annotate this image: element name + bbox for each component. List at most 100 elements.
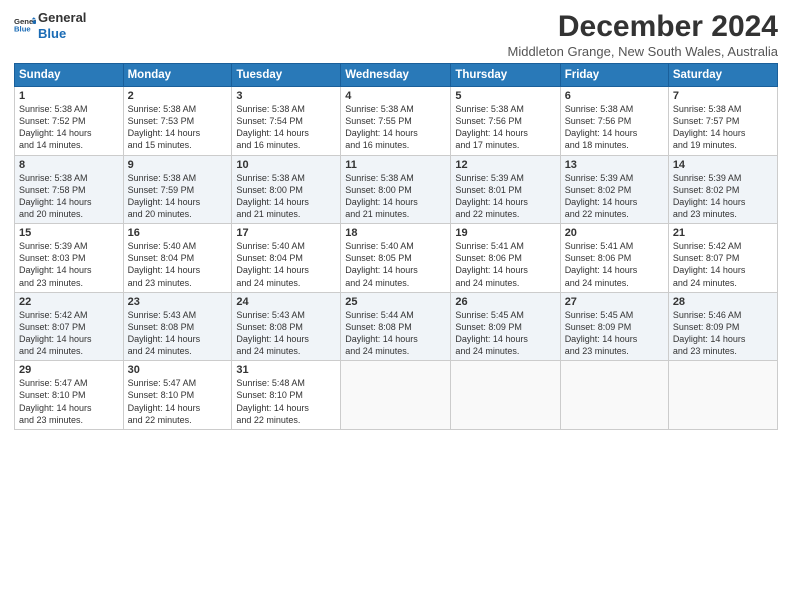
day-number: 31 bbox=[236, 364, 336, 376]
day-number: 4 bbox=[345, 90, 446, 102]
day-info: Sunrise: 5:38 AMSunset: 7:57 PMDaylight:… bbox=[673, 103, 773, 152]
day-info: Sunrise: 5:39 AMSunset: 8:01 PMDaylight:… bbox=[455, 172, 555, 221]
day-cell: 9Sunrise: 5:38 AMSunset: 7:59 PMDaylight… bbox=[123, 155, 232, 224]
day-cell: 31Sunrise: 5:48 AMSunset: 8:10 PMDayligh… bbox=[232, 361, 341, 430]
day-info: Sunrise: 5:38 AMSunset: 7:54 PMDaylight:… bbox=[236, 103, 336, 152]
day-cell: 24Sunrise: 5:43 AMSunset: 8:08 PMDayligh… bbox=[232, 292, 341, 361]
day-number: 26 bbox=[455, 296, 555, 308]
day-cell: 3Sunrise: 5:38 AMSunset: 7:54 PMDaylight… bbox=[232, 87, 341, 156]
day-info: Sunrise: 5:44 AMSunset: 8:08 PMDaylight:… bbox=[345, 309, 446, 358]
day-cell: 19Sunrise: 5:41 AMSunset: 8:06 PMDayligh… bbox=[451, 224, 560, 293]
day-info: Sunrise: 5:42 AMSunset: 8:07 PMDaylight:… bbox=[19, 309, 119, 358]
day-cell bbox=[668, 361, 777, 430]
day-number: 22 bbox=[19, 296, 119, 308]
week-row-5: 29Sunrise: 5:47 AMSunset: 8:10 PMDayligh… bbox=[15, 361, 778, 430]
header: General Blue General Blue December 2024 … bbox=[14, 10, 778, 59]
logo-text-line1: General bbox=[38, 10, 86, 26]
page: General Blue General Blue December 2024 … bbox=[0, 0, 792, 612]
day-number: 30 bbox=[128, 364, 228, 376]
day-number: 20 bbox=[565, 227, 664, 239]
day-number: 29 bbox=[19, 364, 119, 376]
day-number: 15 bbox=[19, 227, 119, 239]
day-number: 21 bbox=[673, 227, 773, 239]
day-cell: 27Sunrise: 5:45 AMSunset: 8:09 PMDayligh… bbox=[560, 292, 668, 361]
day-info: Sunrise: 5:42 AMSunset: 8:07 PMDaylight:… bbox=[673, 240, 773, 289]
day-cell: 21Sunrise: 5:42 AMSunset: 8:07 PMDayligh… bbox=[668, 224, 777, 293]
day-number: 5 bbox=[455, 90, 555, 102]
day-cell: 28Sunrise: 5:46 AMSunset: 8:09 PMDayligh… bbox=[668, 292, 777, 361]
logo: General Blue General Blue bbox=[14, 10, 86, 41]
location-subtitle: Middleton Grange, New South Wales, Austr… bbox=[508, 44, 779, 59]
day-info: Sunrise: 5:45 AMSunset: 8:09 PMDaylight:… bbox=[565, 309, 664, 358]
day-info: Sunrise: 5:46 AMSunset: 8:09 PMDaylight:… bbox=[673, 309, 773, 358]
day-info: Sunrise: 5:40 AMSunset: 8:05 PMDaylight:… bbox=[345, 240, 446, 289]
day-cell: 18Sunrise: 5:40 AMSunset: 8:05 PMDayligh… bbox=[341, 224, 451, 293]
day-info: Sunrise: 5:38 AMSunset: 8:00 PMDaylight:… bbox=[345, 172, 446, 221]
day-info: Sunrise: 5:40 AMSunset: 8:04 PMDaylight:… bbox=[128, 240, 228, 289]
day-info: Sunrise: 5:40 AMSunset: 8:04 PMDaylight:… bbox=[236, 240, 336, 289]
day-number: 28 bbox=[673, 296, 773, 308]
day-info: Sunrise: 5:39 AMSunset: 8:02 PMDaylight:… bbox=[565, 172, 664, 221]
day-number: 6 bbox=[565, 90, 664, 102]
day-info: Sunrise: 5:39 AMSunset: 8:02 PMDaylight:… bbox=[673, 172, 773, 221]
day-number: 9 bbox=[128, 159, 228, 171]
day-info: Sunrise: 5:41 AMSunset: 8:06 PMDaylight:… bbox=[565, 240, 664, 289]
day-number: 27 bbox=[565, 296, 664, 308]
day-header-wednesday: Wednesday bbox=[341, 64, 451, 87]
calendar-table: SundayMondayTuesdayWednesdayThursdayFrid… bbox=[14, 63, 778, 430]
day-info: Sunrise: 5:43 AMSunset: 8:08 PMDaylight:… bbox=[236, 309, 336, 358]
day-info: Sunrise: 5:38 AMSunset: 7:52 PMDaylight:… bbox=[19, 103, 119, 152]
day-cell: 4Sunrise: 5:38 AMSunset: 7:55 PMDaylight… bbox=[341, 87, 451, 156]
day-number: 16 bbox=[128, 227, 228, 239]
day-number: 24 bbox=[236, 296, 336, 308]
day-info: Sunrise: 5:38 AMSunset: 7:53 PMDaylight:… bbox=[128, 103, 228, 152]
day-cell: 15Sunrise: 5:39 AMSunset: 8:03 PMDayligh… bbox=[15, 224, 124, 293]
day-cell: 25Sunrise: 5:44 AMSunset: 8:08 PMDayligh… bbox=[341, 292, 451, 361]
day-cell: 16Sunrise: 5:40 AMSunset: 8:04 PMDayligh… bbox=[123, 224, 232, 293]
day-number: 19 bbox=[455, 227, 555, 239]
day-info: Sunrise: 5:47 AMSunset: 8:10 PMDaylight:… bbox=[19, 377, 119, 426]
day-header-tuesday: Tuesday bbox=[232, 64, 341, 87]
day-number: 1 bbox=[19, 90, 119, 102]
day-number: 10 bbox=[236, 159, 336, 171]
day-cell: 8Sunrise: 5:38 AMSunset: 7:58 PMDaylight… bbox=[15, 155, 124, 224]
logo-icon: General Blue bbox=[14, 15, 36, 37]
day-cell: 5Sunrise: 5:38 AMSunset: 7:56 PMDaylight… bbox=[451, 87, 560, 156]
day-info: Sunrise: 5:38 AMSunset: 7:56 PMDaylight:… bbox=[565, 103, 664, 152]
day-header-sunday: Sunday bbox=[15, 64, 124, 87]
day-number: 13 bbox=[565, 159, 664, 171]
day-number: 8 bbox=[19, 159, 119, 171]
week-row-4: 22Sunrise: 5:42 AMSunset: 8:07 PMDayligh… bbox=[15, 292, 778, 361]
day-cell: 1Sunrise: 5:38 AMSunset: 7:52 PMDaylight… bbox=[15, 87, 124, 156]
day-cell: 14Sunrise: 5:39 AMSunset: 8:02 PMDayligh… bbox=[668, 155, 777, 224]
day-number: 25 bbox=[345, 296, 446, 308]
day-cell: 2Sunrise: 5:38 AMSunset: 7:53 PMDaylight… bbox=[123, 87, 232, 156]
day-info: Sunrise: 5:45 AMSunset: 8:09 PMDaylight:… bbox=[455, 309, 555, 358]
day-cell bbox=[451, 361, 560, 430]
day-number: 7 bbox=[673, 90, 773, 102]
month-title: December 2024 bbox=[508, 10, 779, 44]
day-number: 2 bbox=[128, 90, 228, 102]
day-info: Sunrise: 5:38 AMSunset: 7:58 PMDaylight:… bbox=[19, 172, 119, 221]
day-header-friday: Friday bbox=[560, 64, 668, 87]
day-header-thursday: Thursday bbox=[451, 64, 560, 87]
day-number: 18 bbox=[345, 227, 446, 239]
day-cell: 26Sunrise: 5:45 AMSunset: 8:09 PMDayligh… bbox=[451, 292, 560, 361]
day-number: 14 bbox=[673, 159, 773, 171]
day-cell: 6Sunrise: 5:38 AMSunset: 7:56 PMDaylight… bbox=[560, 87, 668, 156]
day-cell: 11Sunrise: 5:38 AMSunset: 8:00 PMDayligh… bbox=[341, 155, 451, 224]
day-info: Sunrise: 5:41 AMSunset: 8:06 PMDaylight:… bbox=[455, 240, 555, 289]
day-info: Sunrise: 5:47 AMSunset: 8:10 PMDaylight:… bbox=[128, 377, 228, 426]
day-info: Sunrise: 5:48 AMSunset: 8:10 PMDaylight:… bbox=[236, 377, 336, 426]
day-cell: 29Sunrise: 5:47 AMSunset: 8:10 PMDayligh… bbox=[15, 361, 124, 430]
week-row-1: 1Sunrise: 5:38 AMSunset: 7:52 PMDaylight… bbox=[15, 87, 778, 156]
day-info: Sunrise: 5:38 AMSunset: 7:56 PMDaylight:… bbox=[455, 103, 555, 152]
title-area: December 2024 Middleton Grange, New Sout… bbox=[508, 10, 779, 59]
day-number: 3 bbox=[236, 90, 336, 102]
day-number: 23 bbox=[128, 296, 228, 308]
header-row: SundayMondayTuesdayWednesdayThursdayFrid… bbox=[15, 64, 778, 87]
day-cell: 7Sunrise: 5:38 AMSunset: 7:57 PMDaylight… bbox=[668, 87, 777, 156]
day-cell: 30Sunrise: 5:47 AMSunset: 8:10 PMDayligh… bbox=[123, 361, 232, 430]
day-info: Sunrise: 5:38 AMSunset: 7:59 PMDaylight:… bbox=[128, 172, 228, 221]
svg-text:Blue: Blue bbox=[14, 24, 31, 33]
